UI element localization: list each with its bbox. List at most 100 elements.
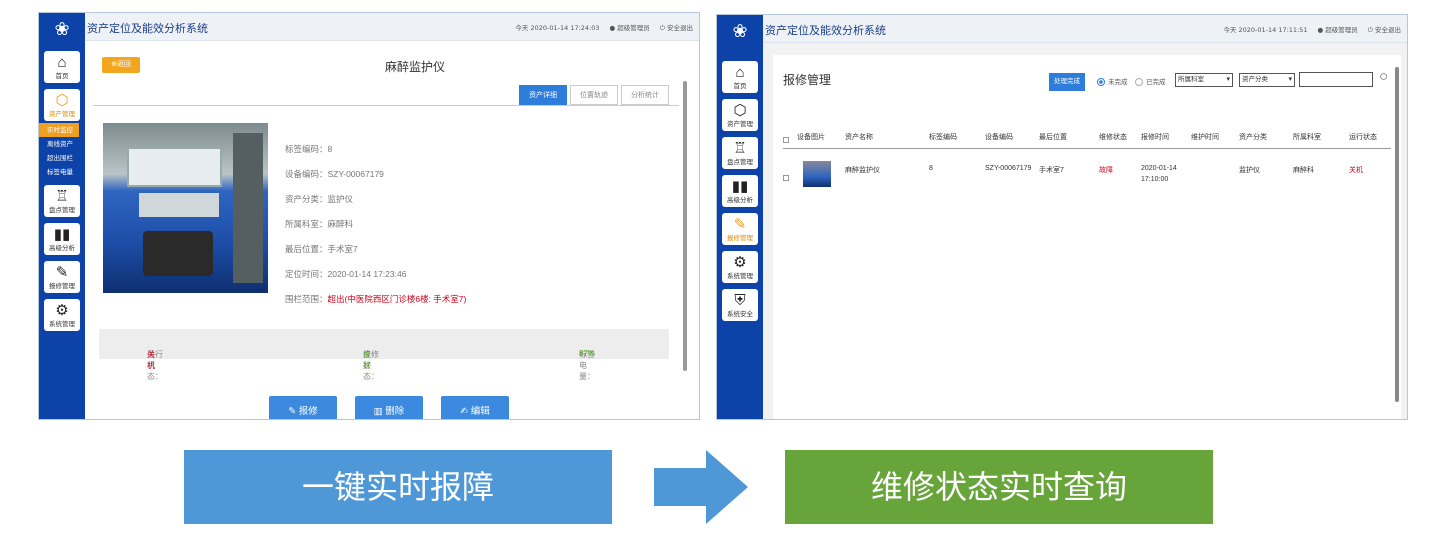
trash-icon: ▥ [373, 406, 383, 417]
info-department: 所属科室：麻醉科 [285, 219, 354, 229]
sidebar-item-repair[interactable]: ✎ 报修管理 [44, 261, 80, 293]
header-date: 今天 2020-01-14 17:24:03 [515, 24, 600, 32]
repair-panel: 报修管理 处理完成 未完成 已完成 所属科室 资产分类 ○ 设备图片 资产名称 … [773, 55, 1401, 419]
divider [93, 105, 679, 106]
sidebar-item-system[interactable]: ⚙ 系统管理 [722, 251, 758, 283]
gear-icon: ⚙ [55, 302, 69, 319]
sidebar-item-security[interactable]: ⛨ 系统安全 [722, 289, 758, 321]
cell-department: 麻醉科 [1293, 167, 1314, 174]
repair-main: 报修管理 处理完成 未完成 已完成 所属科室 资产分类 ○ 设备图片 资产名称 … [763, 43, 1407, 419]
sidebar: ❀ ⌂ 首页 ⬡ 资产管理 实时监控 离线资产 超出围栏 标签电量 ♖ 盘点管理… [39, 13, 85, 419]
tab-asset-detail[interactable]: 资产详细 [519, 85, 567, 105]
col-header: 设备编码 [985, 134, 1013, 141]
logout-link[interactable]: ⏻ 安全退出 [660, 22, 693, 33]
cell-run-status: 关机 [1349, 167, 1363, 174]
subnav-item-fence[interactable]: 超出围栏 [39, 151, 85, 165]
col-header: 维护时间 [1191, 134, 1219, 141]
info-device-code: 设备编码：SZY-00067179 [285, 169, 384, 179]
sidebar-item-home[interactable]: ⌂ 首页 [44, 51, 80, 83]
asset-subnav: 实时监控 离线资产 超出围栏 标签电量 [39, 123, 85, 179]
cell-repair-status: 故障 [1099, 167, 1113, 174]
detail-main: ⊕返回 麻醉监护仪 资产详细 位置轨迹 分析统计 标签编码：8 设备编码：SZY… [85, 41, 689, 419]
sidebar-item-home[interactable]: ⌂ 首页 [722, 61, 758, 93]
subnav-item-battery[interactable]: 标签电量 [39, 165, 85, 179]
col-header: 最后位置 [1039, 134, 1067, 141]
header: 资产定位及能效分析系统 今天 2020-01-14 17:24:03 ● 超级管… [85, 13, 699, 41]
app-logo-icon: ❀ [54, 18, 70, 39]
sidebar-item-analysis[interactable]: ▮▮ 高级分析 [44, 223, 80, 255]
delete-button[interactable]: ▥ 删除 [355, 396, 423, 419]
header-date: 今天 2020-01-14 17:11:51 [1223, 26, 1308, 34]
page-title: 报修管理 [783, 73, 832, 87]
process-complete-button[interactable]: 处理完成 [1049, 73, 1085, 91]
search-icon[interactable]: ○ [1379, 68, 1388, 85]
info-locate-time: 定位时间：2020-01-14 17:23:46 [285, 269, 407, 279]
col-header: 维修状态 [1099, 134, 1127, 141]
radio-unchecked-icon [1135, 78, 1143, 87]
info-last-location: 最后位置：手术室7 [285, 244, 358, 254]
col-header: 所属科室 [1293, 134, 1321, 141]
info-tag-code: 标签编码：8 [285, 144, 333, 154]
shield-icon: ⛨ [734, 292, 746, 309]
sidebar-item-inventory[interactable]: ♖ 盘点管理 [44, 185, 80, 217]
asset-detail-window: ❀ ⌂ 首页 ⬡ 资产管理 实时监控 离线资产 超出围栏 标签电量 ♖ 盘点管理… [38, 12, 700, 420]
scrollbar[interactable] [683, 81, 687, 371]
wrench-icon: ✎ [55, 264, 69, 281]
edit-icon: ✍ [460, 406, 469, 417]
cell-report-date: 2020-01-14 [1141, 165, 1177, 172]
header: 资产定位及能效分析系统 今天 2020-01-14 17:11:51 ● 超级管… [763, 15, 1407, 43]
arrow-right-icon [654, 450, 748, 524]
info-category: 资产分类：监护仪 [285, 194, 354, 204]
department-select[interactable]: 所属科室 [1175, 73, 1233, 87]
back-button[interactable]: ⊕返回 [102, 57, 140, 73]
scrollbar[interactable] [1395, 67, 1399, 402]
select-all-checkbox[interactable] [783, 137, 789, 143]
app-title: 资产定位及能效分析系统 [765, 25, 886, 37]
home-icon: ⌂ [57, 54, 67, 71]
subnav-item-offline[interactable]: 离线资产 [39, 137, 85, 151]
tab-statistics[interactable]: 分析统计 [621, 85, 669, 105]
search-input[interactable] [1299, 72, 1373, 87]
cell-report-time: 17:10:00 [1141, 176, 1169, 183]
clipboard-icon: ♖ [733, 140, 747, 157]
radio-done[interactable]: 已完成 [1135, 76, 1166, 87]
info-fence: 围栏范围：超出(中医院西区门诊楼6楼: 手术室7) [285, 294, 467, 304]
col-header: 资产分类 [1239, 134, 1267, 141]
col-header: 设备图片 [797, 134, 825, 141]
subnav-item-realtime[interactable]: 实时监控 [39, 123, 79, 137]
user-menu[interactable]: ● 超级管理员 [610, 22, 650, 33]
tab-location-track[interactable]: 位置轨迹 [570, 85, 618, 105]
sidebar: ❀ ⌂ 首页 ⬡ 资产管理 ♖ 盘点管理 ▮▮ 高级分析 ✎ 报修管理 ⚙ 系统… [717, 15, 763, 419]
category-select[interactable]: 资产分类 [1239, 73, 1295, 87]
cell-location: 手术室7 [1039, 167, 1064, 174]
table-row[interactable]: 麻醉监护仪 8 SZY-00067179 手术室7 故障 2020-01-14 … [783, 155, 1391, 195]
sidebar-item-repair[interactable]: ✎ 报修管理 [722, 213, 758, 245]
sidebar-item-inventory[interactable]: ♖ 盘点管理 [722, 137, 758, 169]
logout-link[interactable]: ⏻ 安全退出 [1368, 24, 1401, 35]
box-icon: ⬡ [55, 92, 69, 109]
device-thumbnail [803, 161, 831, 187]
sidebar-item-asset[interactable]: ⬡ 资产管理 [722, 99, 758, 131]
cell-category: 监护仪 [1239, 167, 1260, 174]
bar-chart-icon: ▮▮ [53, 226, 71, 243]
app-logo-icon: ❀ [732, 20, 748, 41]
col-header: 标签编码 [929, 134, 957, 141]
repair-button[interactable]: ✎ 报修 [269, 396, 337, 419]
gear-icon: ⚙ [733, 254, 747, 271]
box-icon: ⬡ [733, 102, 747, 119]
status-bar: 运行状态： 关机 维修状态： 良好 标签电量： 87% [99, 329, 669, 381]
sidebar-item-system[interactable]: ⚙ 系统管理 [44, 299, 80, 331]
clipboard-icon: ♖ [55, 188, 69, 205]
home-icon: ⌂ [735, 64, 745, 81]
cell-code: SZY-00067179 [985, 165, 1032, 172]
user-menu[interactable]: ● 超级管理员 [1318, 24, 1358, 35]
repair-management-window: ❀ ⌂ 首页 ⬡ 资产管理 ♖ 盘点管理 ▮▮ 高级分析 ✎ 报修管理 ⚙ 系统… [716, 14, 1408, 420]
radio-pending[interactable]: 未完成 [1097, 76, 1128, 87]
col-header: 资产名称 [845, 134, 873, 141]
edit-button[interactable]: ✍ 编辑 [441, 396, 509, 419]
row-checkbox[interactable] [783, 175, 789, 181]
col-header: 运行状态 [1349, 134, 1377, 141]
wrench-icon: ✎ [733, 216, 747, 233]
sidebar-item-analysis[interactable]: ▮▮ 高级分析 [722, 175, 758, 207]
sidebar-item-asset[interactable]: ⬡ 资产管理 [44, 89, 80, 121]
